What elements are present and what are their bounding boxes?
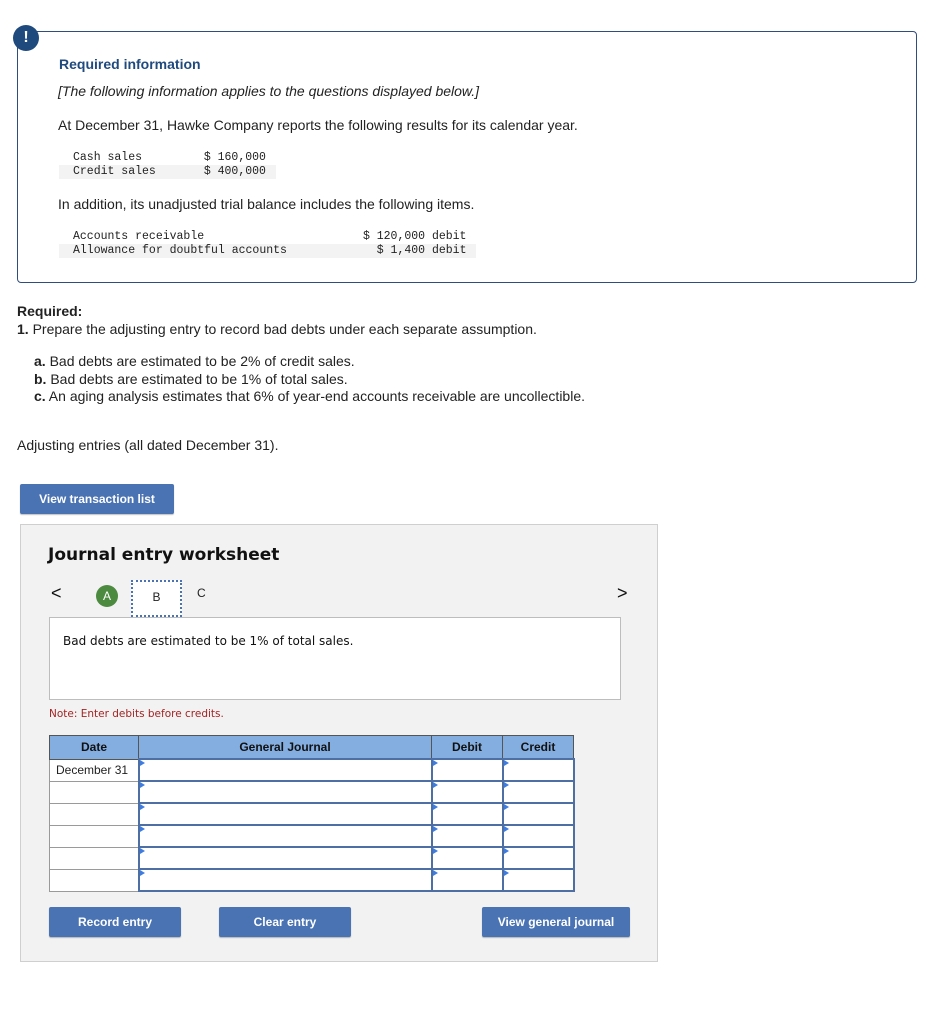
assumption-item: a. Bad debts are estimated to be 2% of c… — [34, 353, 585, 371]
journal-row — [49, 868, 575, 892]
record-entry-button[interactable]: Record entry — [49, 907, 181, 937]
sales-value: $ 160,000 — [203, 151, 266, 164]
journal-row — [49, 802, 575, 826]
worksheet-title: Journal entry worksheet — [48, 545, 280, 565]
account-label: Accounts receivable — [73, 230, 205, 243]
alert-icon: ! — [13, 25, 39, 51]
assumption-text: Bad debts are estimated to be 1% of tota… — [46, 370, 348, 387]
journal-entry-worksheet: Journal entry worksheet < A B C > Bad de… — [20, 524, 658, 962]
assumption-item: b. Bad debts are estimated to be 1% of t… — [34, 371, 585, 389]
info-applies-note: [The following information applies to th… — [58, 83, 480, 99]
chevron-right-icon[interactable]: > — [617, 583, 628, 604]
debit-input[interactable] — [430, 868, 504, 892]
debits-note: Note: Enter debits before credits. — [49, 708, 224, 720]
assumption-letter: c. — [34, 388, 46, 404]
date-cell — [49, 802, 139, 826]
view-general-journal-button[interactable]: View general journal — [482, 907, 630, 937]
account-input[interactable] — [137, 802, 433, 826]
assumption-list: a. Bad debts are estimated to be 2% of c… — [34, 353, 585, 406]
assumption-item: c. An aging analysis estimates that 6% o… — [34, 388, 585, 406]
trial-balance-table: Accounts receivable $ 120,000 debit Allo… — [59, 230, 477, 258]
trial-balance-row: Allowance for doubtful accounts $ 1,400 … — [59, 244, 477, 258]
journal-row — [49, 824, 575, 848]
item-number: 1. — [17, 321, 29, 337]
journal-row — [49, 846, 575, 870]
account-input[interactable] — [137, 780, 433, 804]
column-header-date: Date — [49, 735, 139, 760]
assumption-text: An aging analysis estimates that 6% of y… — [45, 388, 585, 404]
debit-input[interactable] — [430, 824, 504, 848]
view-transaction-list-button[interactable]: View transaction list — [20, 484, 174, 514]
chevron-left-icon[interactable]: < — [51, 583, 62, 604]
transaction-description-box: Bad debts are estimated to be 1% of tota… — [49, 617, 621, 700]
sales-row: Cash sales $ 160,000 — [59, 151, 276, 165]
column-header-debit: Debit — [431, 735, 503, 760]
column-header-general-journal: General Journal — [138, 735, 432, 760]
tab-b[interactable]: B — [131, 580, 182, 617]
credit-input[interactable] — [501, 780, 575, 804]
account-input[interactable] — [137, 824, 433, 848]
tab-a[interactable]: A — [96, 585, 118, 607]
assumption-letter: b. — [34, 370, 47, 387]
account-value: $ 1,400 debit — [286, 244, 477, 258]
credit-input[interactable] — [501, 868, 575, 892]
date-cell — [49, 846, 139, 870]
journal-row — [49, 780, 575, 804]
credit-input[interactable] — [501, 846, 575, 870]
required-heading: Required: — [17, 303, 83, 319]
assumption-letter: a. — [34, 353, 46, 369]
journal-header-row: Date General Journal Debit Credit — [49, 735, 574, 760]
sales-label: Cash sales — [73, 151, 143, 164]
date-cell — [49, 780, 139, 804]
account-input[interactable] — [137, 846, 433, 870]
column-header-credit: Credit — [502, 735, 574, 760]
trial-balance-intro: In addition, its unadjusted trial balanc… — [58, 196, 475, 212]
debit-input[interactable] — [430, 758, 504, 782]
account-input[interactable] — [137, 758, 433, 782]
date-cell — [49, 824, 139, 848]
required-item-1: 1. Prepare the adjusting entry to record… — [17, 321, 537, 337]
sales-table: Cash sales $ 160,000 Credit sales $ 400,… — [59, 151, 276, 179]
transaction-description: Bad debts are estimated to be 1% of tota… — [63, 634, 354, 648]
credit-input[interactable] — [501, 824, 575, 848]
debit-input[interactable] — [430, 802, 504, 826]
item-text: Prepare the adjusting entry to record ba… — [28, 321, 537, 337]
company-intro: At December 31, Hawke Company reports th… — [58, 117, 578, 133]
debit-input[interactable] — [430, 846, 504, 870]
credit-input[interactable] — [501, 802, 575, 826]
trial-balance-row: Accounts receivable $ 120,000 debit — [59, 230, 476, 244]
sales-value: $ 400,000 — [155, 165, 276, 179]
tab-c[interactable]: C — [197, 586, 206, 600]
account-value: $ 120,000 debit — [362, 230, 467, 243]
sales-row: Credit sales $ 400,000 — [59, 165, 276, 179]
required-information-title: Required information — [59, 56, 201, 72]
journal-table: Date General Journal Debit Credit Decemb… — [49, 735, 575, 892]
account-label: Allowance for doubtful accounts — [59, 244, 287, 258]
clear-entry-button[interactable]: Clear entry — [219, 907, 351, 937]
debit-input[interactable] — [430, 780, 504, 804]
date-cell: December 31 — [49, 758, 139, 782]
credit-input[interactable] — [501, 758, 575, 782]
journal-row: December 31 — [49, 758, 575, 782]
assumption-text: Bad debts are estimated to be 2% of cred… — [45, 353, 355, 369]
sales-label: Credit sales — [59, 165, 156, 179]
account-input[interactable] — [137, 868, 433, 892]
adjusting-entries-label: Adjusting entries (all dated December 31… — [17, 437, 279, 453]
date-cell — [49, 868, 139, 892]
